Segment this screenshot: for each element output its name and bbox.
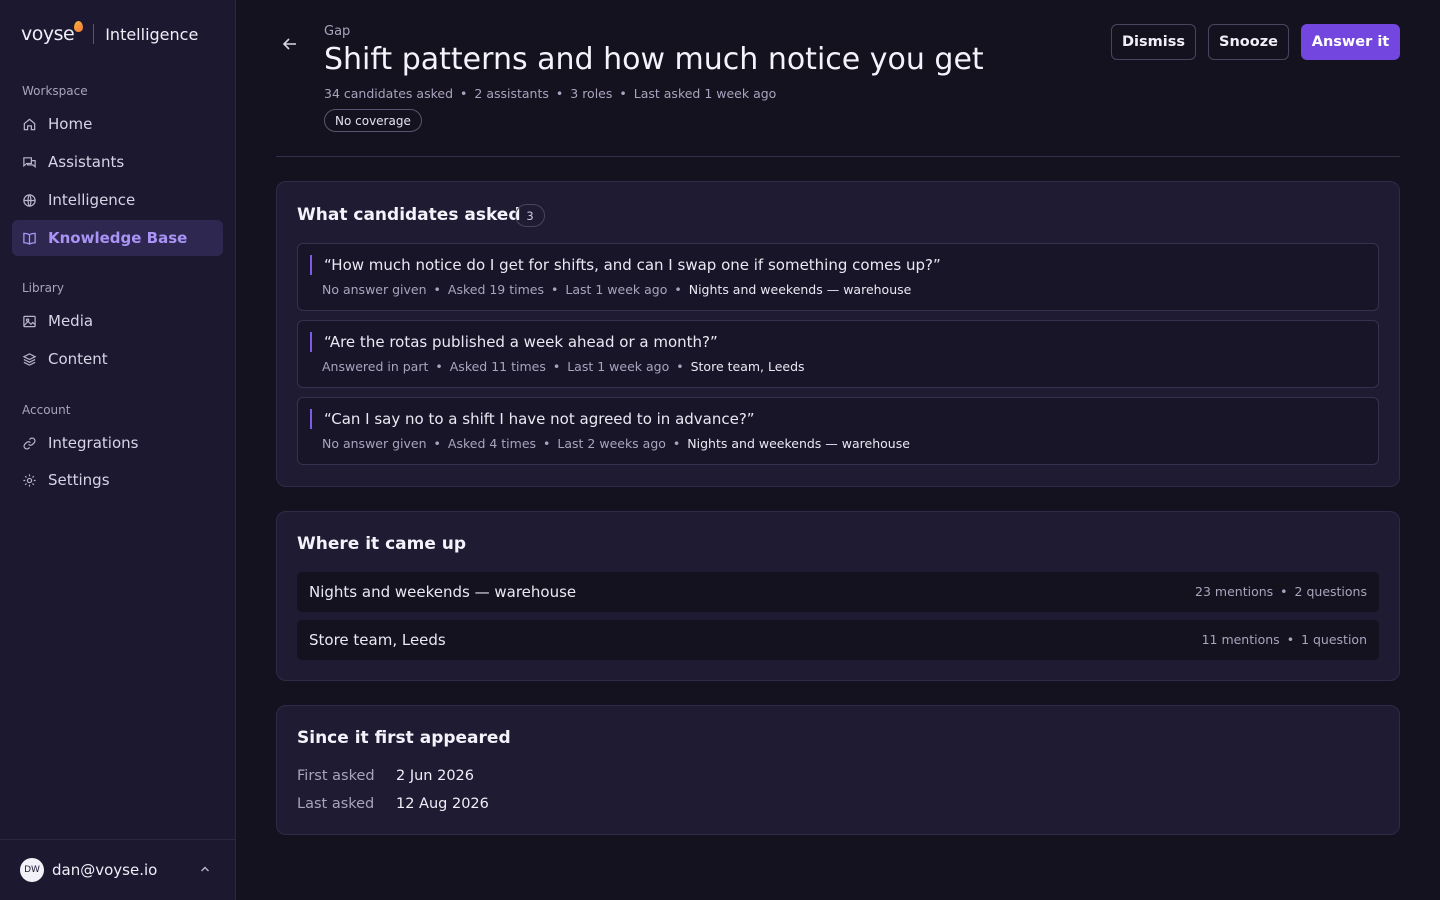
section-workspace: Workspace	[22, 84, 88, 98]
place-name: Nights and weekends — warehouse	[309, 583, 577, 601]
chevron-up-icon[interactable]	[199, 863, 211, 875]
asked-title: What candidates asked	[297, 205, 521, 225]
quote-bar	[310, 332, 312, 352]
sidebar-item-label: Media	[48, 312, 94, 330]
question-role: Nights and weekends — warehouse	[687, 436, 910, 451]
place-questions: 2 questions	[1294, 584, 1367, 599]
count-badge: 3	[515, 204, 545, 227]
sidebar-item-assistants[interactable]: Assistants	[12, 144, 223, 180]
globe-icon	[23, 193, 36, 207]
sidebar-item-content[interactable]: Content	[12, 341, 223, 377]
first-asked-value: 2 Jun 2026	[396, 768, 475, 784]
status-badge: No coverage	[324, 109, 422, 132]
question-item[interactable]: “Can I say no to a shift I have not agre…	[297, 397, 1379, 465]
sidebar-item-label: Settings	[48, 471, 110, 489]
quote-bar	[310, 255, 312, 275]
question-role: Store team, Leeds	[690, 359, 805, 374]
place-questions: 1 question	[1301, 632, 1367, 647]
sidebar-item-integrations[interactable]: Integrations	[12, 425, 223, 461]
last-asked-value: 12 Aug 2026	[396, 796, 489, 812]
user-menu[interactable]: DW dan@voyse.io	[0, 839, 235, 900]
sidebar-item-label: Content	[48, 350, 108, 368]
user-email: dan@voyse.io	[52, 861, 158, 879]
brand-divider	[93, 24, 95, 44]
page-meta: 34 candidates asked • 2 assistants • 3 roles…	[324, 86, 777, 101]
layers-icon	[22, 352, 37, 366]
question-text: “Can I say no to a shift I have not agre…	[324, 410, 755, 428]
places-card: Where it came up Nights and weekends — w…	[276, 511, 1400, 681]
sidebar-item-label: Assistants	[48, 153, 125, 171]
question-times: Asked 4 times	[447, 436, 537, 451]
sidebar: voyse Intelligence Workspace Home Assist…	[0, 0, 236, 900]
first-asked-label: First asked	[297, 768, 375, 784]
page-title: Shift patterns and how much notice you g…	[324, 42, 984, 77]
book-icon	[23, 232, 36, 245]
link-icon	[23, 436, 36, 450]
asked-card: What candidates asked 3 “How much notice…	[276, 181, 1400, 487]
question-status: Answered in part	[322, 359, 429, 374]
header-divider	[276, 156, 1400, 157]
place-mentions: 11 mentions	[1201, 632, 1280, 647]
timeline-card: Since it first appeared First asked 2 Ju…	[276, 705, 1400, 835]
sidebar-item-knowledge-base[interactable]: Knowledge Base	[12, 220, 223, 256]
sidebar-item-settings[interactable]: Settings	[12, 462, 223, 498]
question-item[interactable]: “Are the rotas published a week ahead or…	[297, 320, 1379, 388]
section-account: Account	[22, 403, 71, 417]
question-last: Last 2 weeks ago	[557, 436, 666, 451]
question-meta: No answer given • Asked 19 times • Last 1 we…	[322, 282, 912, 297]
sidebar-item-home[interactable]: Home	[12, 106, 223, 142]
question-text: “Are the rotas published a week ahead or…	[324, 333, 718, 351]
question-last: Last 1 week ago	[565, 282, 668, 297]
last-asked-label: Last asked	[297, 796, 375, 812]
sidebar-item-label: Knowledge Base	[48, 229, 188, 247]
question-status: No answer given	[322, 282, 427, 297]
image-icon	[23, 315, 36, 327]
meta-last-asked: Last asked 1 week ago	[633, 86, 777, 101]
question-times: Asked 11 times	[449, 359, 546, 374]
question-last: Last 1 week ago	[567, 359, 670, 374]
place-stats: 23 mentions • 2 questions	[1195, 584, 1367, 599]
avatar: DW	[20, 858, 44, 882]
dismiss-button[interactable]: Dismiss	[1111, 24, 1196, 60]
brand[interactable]: voyse Intelligence	[21, 21, 199, 46]
question-times: Asked 19 times	[447, 282, 544, 297]
question-text: “How much notice do I get for shifts, an…	[324, 256, 941, 274]
place-row[interactable]: Store team, Leeds 11 mentions • 1 question	[297, 620, 1379, 660]
sidebar-item-label: Integrations	[48, 434, 139, 452]
question-meta: No answer given • Asked 4 times • Last 2 wee…	[322, 436, 910, 451]
quote-bar	[310, 409, 312, 429]
logo: voyse	[21, 21, 84, 45]
sidebar-item-label: Home	[48, 115, 93, 133]
sidebar-item-intelligence[interactable]: Intelligence	[12, 182, 223, 218]
product-name: Intelligence	[105, 24, 199, 44]
timeline-title: Since it first appeared	[297, 728, 511, 748]
question-meta: Answered in part • Asked 11 times • Last 1 w…	[322, 359, 805, 374]
meta-candidates: 34 candidates asked	[324, 86, 454, 101]
gear-icon	[23, 473, 36, 487]
place-mentions: 23 mentions	[1195, 584, 1274, 599]
answer-button[interactable]: Answer it	[1301, 24, 1400, 60]
page-eyebrow: Gap	[324, 24, 351, 39]
snooze-button[interactable]: Snooze	[1208, 24, 1289, 60]
places-title: Where it came up	[297, 534, 467, 554]
place-row[interactable]: Nights and weekends — warehouse 23 menti…	[297, 572, 1379, 612]
meta-assistants: 2 assistants	[474, 86, 549, 101]
sidebar-item-media[interactable]: Media	[12, 303, 223, 339]
place-name: Store team, Leeds	[309, 631, 446, 649]
question-status: No answer given	[322, 436, 427, 451]
home-icon	[23, 118, 36, 130]
place-stats: 11 mentions • 1 question	[1201, 632, 1367, 647]
chat-icon	[23, 156, 36, 168]
sidebar-item-label: Intelligence	[48, 191, 136, 209]
question-item[interactable]: “How much notice do I get for shifts, an…	[297, 243, 1379, 311]
question-role: Nights and weekends — warehouse	[688, 282, 912, 297]
meta-roles: 3 roles	[570, 86, 613, 101]
logo-balloon-icon	[74, 21, 84, 32]
section-library: Library	[22, 281, 64, 295]
back-arrow-icon[interactable]	[280, 34, 300, 54]
